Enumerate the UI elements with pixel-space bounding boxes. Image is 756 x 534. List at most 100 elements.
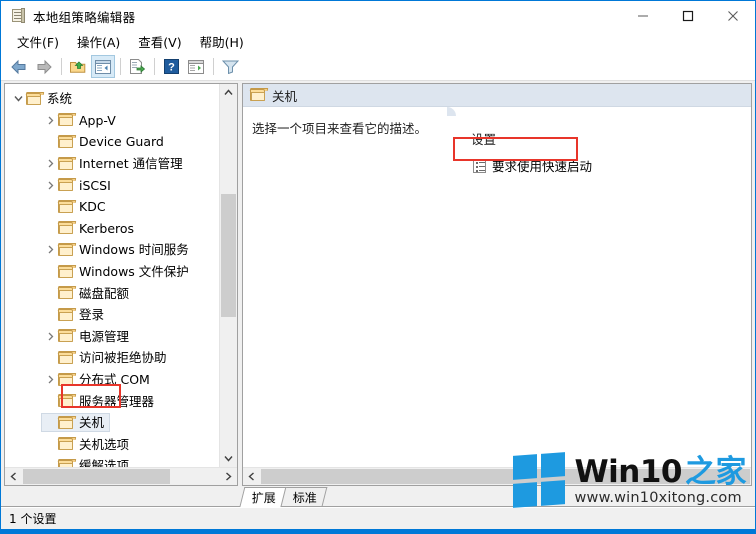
- toolbar-separator: [61, 58, 62, 75]
- scroll-track[interactable]: [220, 101, 237, 450]
- tree-item-disk-quota[interactable]: 磁盘配额: [5, 282, 219, 304]
- tree-item-mitigation-options[interactable]: 缓解选项: [5, 455, 219, 467]
- help-button[interactable]: ?: [159, 55, 183, 78]
- details-content: 选择一个项目来查看它的描述。 设置 要求使用快速启动: [243, 107, 751, 467]
- tree-item-iscsi[interactable]: iSCSI: [5, 174, 219, 196]
- chevron-right-icon[interactable]: [43, 178, 58, 193]
- folder-icon: [25, 91, 45, 106]
- menu-help[interactable]: 帮助(H): [191, 30, 253, 54]
- tab-extended[interactable]: 扩展: [239, 487, 287, 506]
- up-one-level-button[interactable]: [66, 55, 90, 78]
- status-bar: 1 个设置: [1, 507, 755, 529]
- back-button[interactable]: [7, 55, 31, 78]
- watermark-brand-black: Win10: [574, 453, 682, 490]
- tree-item-shutdown[interactable]: 关机: [5, 412, 219, 434]
- chevron-right-icon[interactable]: [43, 372, 58, 387]
- scroll-up-arrow-icon[interactable]: [220, 84, 237, 101]
- tree-item-shutdown-options[interactable]: 关机选项: [5, 434, 219, 456]
- tree-item-kerberos[interactable]: Kerberos: [5, 218, 219, 240]
- forward-button[interactable]: [32, 55, 56, 78]
- tree-item-label: 电源管理: [79, 328, 130, 344]
- scroll-track[interactable]: [22, 468, 220, 485]
- details-header: 关机: [243, 84, 751, 107]
- folder-icon: [249, 88, 269, 102]
- window-bottom-accent: [1, 529, 755, 533]
- chevron-right-icon[interactable]: [43, 156, 58, 171]
- policy-list-icon: [473, 158, 486, 173]
- tree-item-distributed-com[interactable]: 分布式 COM: [5, 369, 219, 391]
- details-pane: 关机 选择一个项目来查看它的描述。 设置 要求使用快速启动: [242, 83, 752, 486]
- tree-item-device-guard[interactable]: Device Guard: [5, 131, 219, 153]
- tree-item-label: 登录: [79, 307, 105, 323]
- tree-item-label: 系统: [47, 91, 73, 107]
- tab-standard[interactable]: 标准: [280, 487, 328, 506]
- tree-item-label: 磁盘配额: [79, 285, 130, 301]
- filter-button[interactable]: [218, 55, 242, 78]
- folder-icon: [57, 156, 77, 171]
- menu-file[interactable]: 文件(F): [8, 30, 68, 54]
- chevron-right-icon[interactable]: [43, 242, 58, 257]
- tree-item-app-v[interactable]: App-V: [5, 110, 219, 132]
- folder-icon: [57, 307, 77, 322]
- tree-horizontal-scrollbar[interactable]: [5, 467, 237, 485]
- svg-text:?: ?: [168, 62, 175, 74]
- folder-icon: [57, 242, 77, 257]
- window-controls: [620, 1, 755, 31]
- tree-item-label: Device Guard: [79, 134, 164, 150]
- tree-item-system[interactable]: 系统: [5, 88, 219, 110]
- policy-label: 要求使用快速启动: [492, 159, 593, 174]
- folder-icon: [57, 113, 77, 127]
- watermark-text: Win10之家 www.win10xitong.com: [574, 455, 746, 506]
- folder-icon: [57, 199, 77, 214]
- folder-icon: [57, 329, 77, 343]
- export-list-button[interactable]: [125, 55, 149, 78]
- chevron-right-icon[interactable]: [43, 329, 58, 344]
- toolbar-separator: [154, 58, 155, 75]
- tree-item-logon[interactable]: 登录: [5, 304, 219, 326]
- toolbar-separator: [213, 58, 214, 75]
- minimize-button[interactable]: [620, 1, 665, 31]
- tab-label: 扩展: [251, 490, 276, 505]
- properties-button[interactable]: [184, 55, 208, 78]
- maximize-button[interactable]: [665, 1, 710, 31]
- tree-item-internet-communication[interactable]: Internet 通信管理: [5, 153, 219, 175]
- folder-icon: [57, 286, 77, 300]
- folder-icon: [57, 178, 77, 192]
- show-tree-button[interactable]: [91, 55, 115, 78]
- tree-item-windows-time-service[interactable]: Windows 时间服务: [5, 239, 219, 261]
- close-button[interactable]: [710, 1, 755, 31]
- tree-item-power-management[interactable]: 电源管理: [5, 326, 219, 348]
- tree-item-kdc[interactable]: KDC: [5, 196, 219, 218]
- window-title: 本地组策略编辑器: [33, 9, 136, 25]
- scroll-left-arrow-icon[interactable]: [5, 468, 22, 485]
- chevron-down-icon[interactable]: [11, 91, 26, 106]
- watermark-brand: Win10之家: [574, 455, 746, 489]
- description-pane: 选择一个项目来查看它的描述。: [243, 107, 447, 467]
- tree-item-label: 关机选项: [79, 436, 130, 452]
- scroll-left-arrow-icon[interactable]: [243, 468, 260, 485]
- tree-item-label: iSCSI: [79, 177, 111, 193]
- tree-scroll-region: 系统 App-V Device Guard Internet 通信管理 iSCS…: [5, 84, 237, 467]
- watermark-url: www.win10xitong.com: [574, 489, 742, 506]
- scroll-right-arrow-icon[interactable]: [220, 468, 237, 485]
- menu-action[interactable]: 操作(A): [68, 30, 129, 54]
- tree-item-windows-file-protection[interactable]: Windows 文件保护: [5, 261, 219, 283]
- tree-item-access-denied-assistance[interactable]: 访问被拒绝协助: [5, 347, 219, 369]
- tree-item-server-manager[interactable]: 服务器管理器: [5, 390, 219, 412]
- chevron-right-icon[interactable]: [43, 113, 58, 128]
- pane-splitter[interactable]: [447, 107, 456, 467]
- menu-view[interactable]: 查看(V): [129, 30, 190, 54]
- tree-item-label: Windows 时间服务: [79, 242, 189, 258]
- policy-list-item-fast-startup[interactable]: 要求使用快速启动: [469, 154, 596, 177]
- tree-item-label: 缓解选项: [79, 458, 130, 467]
- folder-icon: [57, 415, 77, 430]
- scroll-thumb[interactable]: [221, 194, 236, 317]
- folder-icon: [57, 372, 77, 387]
- scroll-thumb[interactable]: [23, 469, 170, 484]
- tree-vertical-scrollbar[interactable]: [219, 84, 237, 467]
- tree-item-label: 服务器管理器: [79, 393, 155, 409]
- console-document-icon: [10, 8, 26, 24]
- tree-item-label: Windows 文件保护: [79, 264, 189, 280]
- tree-item-label: Internet 通信管理: [79, 156, 183, 172]
- scroll-down-arrow-icon[interactable]: [220, 450, 237, 467]
